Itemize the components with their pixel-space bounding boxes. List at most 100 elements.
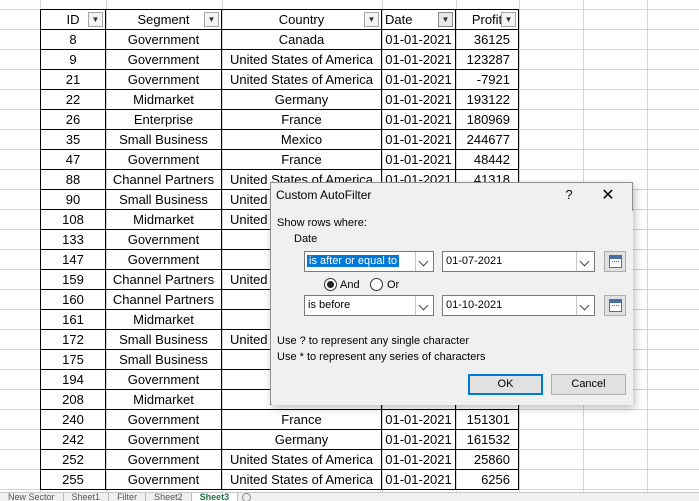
table-cell[interactable]: 21 — [40, 69, 106, 90]
table-cell[interactable]: Germany — [221, 429, 382, 450]
table-cell[interactable]: 01-01-2021 — [381, 29, 456, 50]
or-radio[interactable] — [370, 278, 383, 291]
filter-dropdown-icon[interactable]: ▼ — [364, 12, 379, 27]
table-cell[interactable]: 01-01-2021 — [381, 89, 456, 110]
table-cell[interactable]: 26 — [40, 109, 106, 130]
table-cell[interactable]: Government — [105, 229, 222, 250]
table-cell[interactable]: 36125 — [455, 29, 519, 50]
table-cell[interactable]: 123287 — [455, 49, 519, 70]
or-label[interactable]: Or — [387, 279, 399, 291]
table-cell[interactable]: Small Business — [105, 129, 222, 150]
table-cell[interactable]: Midmarket — [105, 89, 222, 110]
table-cell[interactable]: 160 — [40, 289, 106, 310]
cancel-button[interactable]: Cancel — [551, 374, 626, 395]
table-cell[interactable]: 01-01-2021 — [381, 409, 456, 430]
table-cell[interactable]: 01-01-2021 — [381, 69, 456, 90]
table-cell[interactable]: Midmarket — [105, 309, 222, 330]
table-cell[interactable]: 88 — [40, 169, 106, 190]
table-cell[interactable]: 47 — [40, 149, 106, 170]
table-cell[interactable]: Government — [105, 149, 222, 170]
close-button[interactable]: ✕ — [596, 185, 620, 205]
table-cell[interactable]: 133 — [40, 229, 106, 250]
table-cell[interactable]: Germany — [221, 89, 382, 110]
table-cell[interactable]: 193122 — [455, 89, 519, 110]
table-cell[interactable]: 180969 — [455, 109, 519, 130]
table-cell[interactable]: 172 — [40, 329, 106, 350]
table-cell[interactable]: France — [221, 109, 382, 130]
table-cell[interactable]: Government — [105, 449, 222, 470]
table-cell[interactable]: 01-01-2021 — [381, 469, 456, 490]
sheet-tab[interactable]: Sheet1 — [64, 493, 110, 501]
table-cell[interactable]: Small Business — [105, 189, 222, 210]
table-cell[interactable]: 194 — [40, 369, 106, 390]
operator1-select[interactable]: is after or equal to — [304, 251, 434, 272]
value2-combo[interactable]: 01-10-2021 — [442, 295, 595, 316]
table-cell[interactable]: Small Business — [105, 349, 222, 370]
table-cell[interactable]: 01-01-2021 — [381, 149, 456, 170]
table-cell[interactable]: Mexico — [221, 129, 382, 150]
table-cell[interactable]: 90 — [40, 189, 106, 210]
table-cell[interactable]: Government — [105, 29, 222, 50]
table-cell[interactable]: Midmarket — [105, 389, 222, 410]
table-cell[interactable]: United States of America — [221, 49, 382, 70]
table-cell[interactable]: 01-01-2021 — [381, 449, 456, 470]
table-cell[interactable]: Government — [105, 69, 222, 90]
chevron-down-icon[interactable] — [415, 252, 433, 271]
help-button[interactable]: ? — [561, 187, 577, 202]
table-cell[interactable]: 242 — [40, 429, 106, 450]
table-cell[interactable]: Government — [105, 49, 222, 70]
table-cell[interactable]: 35 — [40, 129, 106, 150]
table-cell[interactable]: Government — [105, 409, 222, 430]
table-cell[interactable]: Channel Partners — [105, 169, 222, 190]
table-cell[interactable]: 175 — [40, 349, 106, 370]
table-cell[interactable]: Channel Partners — [105, 269, 222, 290]
table-cell[interactable]: 161532 — [455, 429, 519, 450]
filter-dropdown-icon[interactable]: ▼ — [88, 12, 103, 27]
table-cell[interactable]: United States of America — [221, 469, 382, 490]
add-sheet-icon[interactable] — [242, 493, 252, 501]
sheet-tab[interactable]: Sheet2 — [146, 493, 192, 501]
table-cell[interactable]: 252 — [40, 449, 106, 470]
table-cell[interactable]: -7921 — [455, 69, 519, 90]
and-label[interactable]: And — [340, 279, 360, 291]
table-cell[interactable]: United States of America — [221, 69, 382, 90]
table-cell[interactable]: 01-01-2021 — [381, 49, 456, 70]
operator2-select[interactable]: is before — [304, 295, 434, 316]
chevron-down-icon[interactable] — [415, 296, 433, 315]
value1-combo[interactable]: 01-07-2021 — [442, 251, 595, 272]
date-picker-button[interactable] — [604, 251, 626, 272]
table-cell[interactable]: 255 — [40, 469, 106, 490]
sheet-tab[interactable]: New Sector — [0, 493, 64, 501]
table-cell[interactable]: Midmarket — [105, 209, 222, 230]
table-cell[interactable]: Government — [105, 369, 222, 390]
table-cell[interactable]: Channel Partners — [105, 289, 222, 310]
table-cell[interactable]: 208 — [40, 389, 106, 410]
table-cell[interactable]: 151301 — [455, 409, 519, 430]
table-cell[interactable]: Government — [105, 469, 222, 490]
table-cell[interactable]: Enterprise — [105, 109, 222, 130]
table-cell[interactable]: 25860 — [455, 449, 519, 470]
chevron-down-icon[interactable] — [576, 296, 594, 315]
table-cell[interactable]: 01-01-2021 — [381, 129, 456, 150]
table-cell[interactable]: 240 — [40, 409, 106, 430]
sheet-tab[interactable]: Sheet3 — [191, 493, 239, 501]
sheet-tab[interactable]: Filter — [109, 493, 147, 501]
table-cell[interactable]: 6256 — [455, 469, 519, 490]
table-cell[interactable]: France — [221, 409, 382, 430]
table-cell[interactable]: 8 — [40, 29, 106, 50]
table-cell[interactable]: 01-01-2021 — [381, 429, 456, 450]
table-cell[interactable]: 22 — [40, 89, 106, 110]
table-cell[interactable]: 161 — [40, 309, 106, 330]
table-cell[interactable]: Government — [105, 429, 222, 450]
table-cell[interactable]: 9 — [40, 49, 106, 70]
table-cell[interactable]: 108 — [40, 209, 106, 230]
table-cell[interactable]: 159 — [40, 269, 106, 290]
table-cell[interactable]: 244677 — [455, 129, 519, 150]
table-cell[interactable]: France — [221, 149, 382, 170]
table-cell[interactable]: 48442 — [455, 149, 519, 170]
filter-active-icon[interactable]: ▼ — [438, 12, 453, 27]
table-cell[interactable]: 01-01-2021 — [381, 109, 456, 130]
table-cell[interactable]: Canada — [221, 29, 382, 50]
date-picker-button[interactable] — [604, 295, 626, 316]
filter-dropdown-icon[interactable]: ▼ — [204, 12, 219, 27]
